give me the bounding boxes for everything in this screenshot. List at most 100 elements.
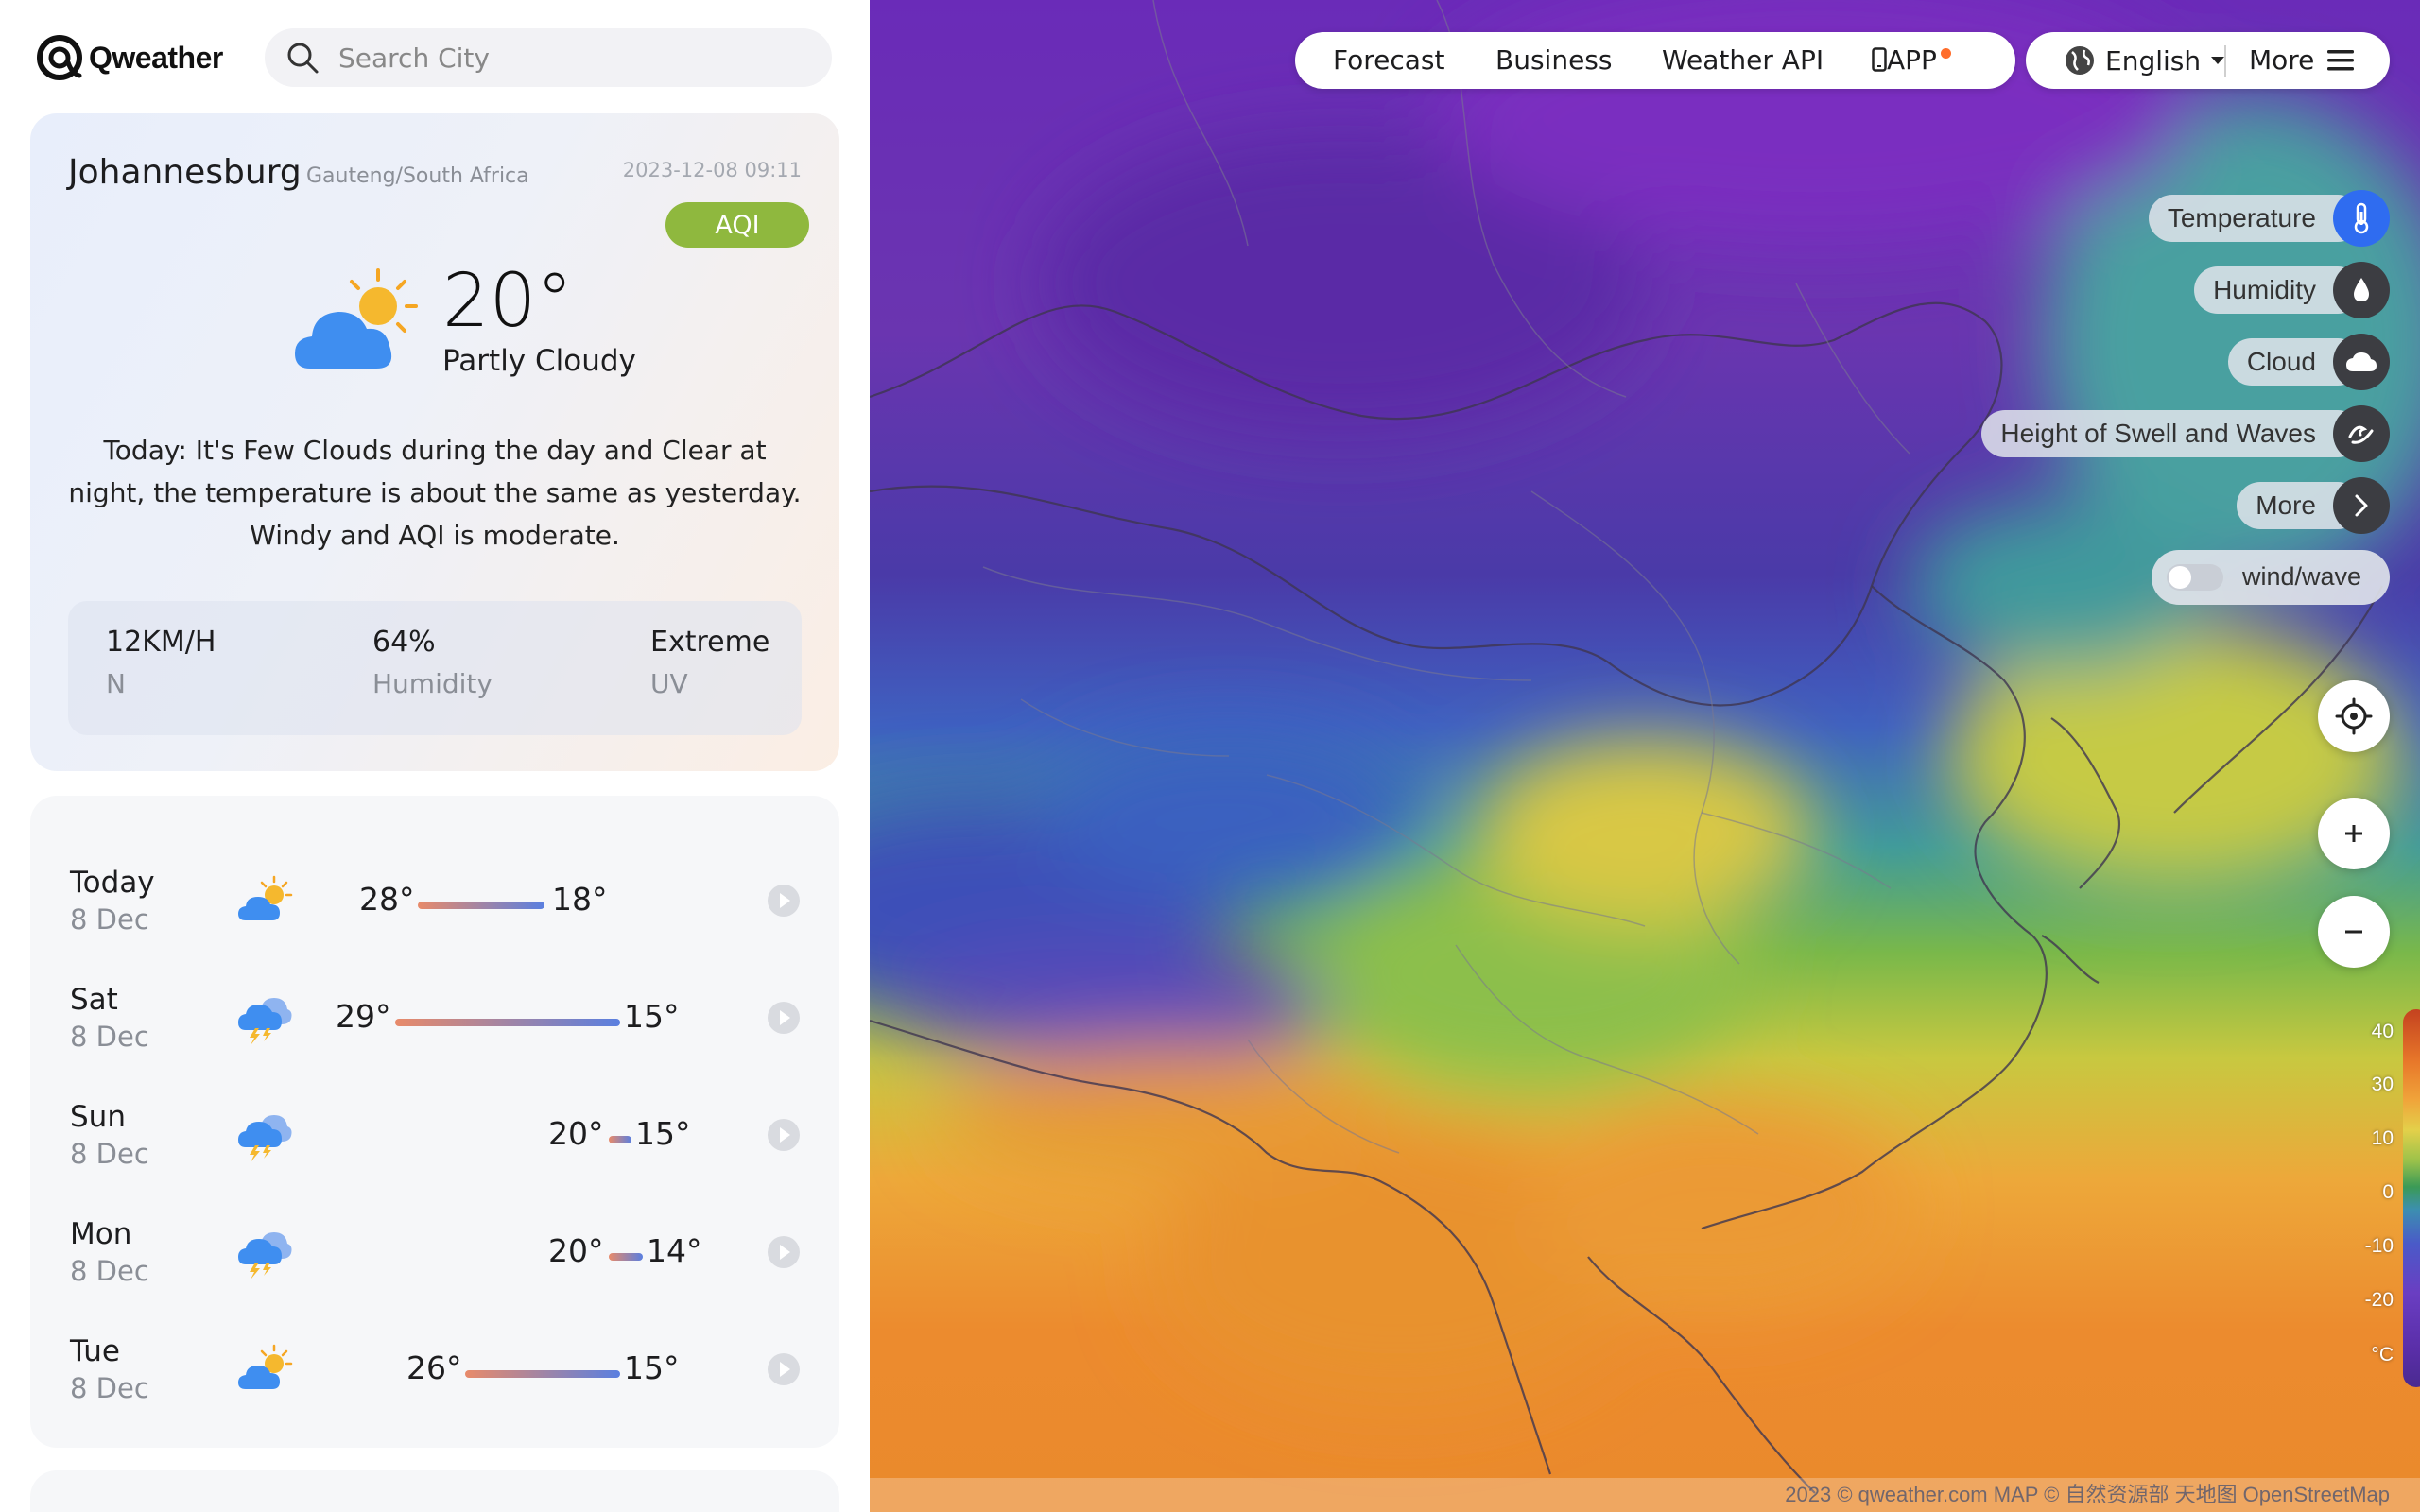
- forecast-date: 8 Dec: [70, 903, 149, 936]
- forecast-day: Sun: [70, 1100, 126, 1134]
- zoom-in-button[interactable]: [2318, 798, 2390, 869]
- forecast-row[interactable]: Sat 8 Dec 29° 15°: [30, 970, 839, 1074]
- temperature-range-bar: [465, 1370, 620, 1378]
- uv-stat: Extreme UV: [650, 626, 769, 699]
- layer-label: Height of Swell and Waves: [1981, 410, 2361, 457]
- layer-humidity[interactable]: Humidity: [2194, 262, 2390, 318]
- forecast-row[interactable]: Sun 8 Dec 20° 15°: [30, 1087, 839, 1191]
- nav-app[interactable]: APP: [1872, 44, 1951, 76]
- aqi-badge[interactable]: AQI: [666, 202, 809, 248]
- globe-icon: [2066, 46, 2094, 75]
- layer-label: Temperature: [2148, 195, 2361, 242]
- weather-stats: 12KM/H N 64% Humidity Extreme UV: [68, 601, 802, 735]
- current-weather-card: Johannesburg Gauteng/South Africa 2023-1…: [30, 113, 839, 771]
- forecast-row[interactable]: Mon 8 Dec 20° 14°: [30, 1204, 839, 1308]
- forecast-high: 20°: [548, 1115, 604, 1152]
- legend-tick: 40: [2371, 1021, 2394, 1042]
- wind-stat: 12KM/H N: [106, 626, 216, 699]
- current-temperature: 20°: [442, 259, 574, 344]
- forecast-date: 8 Dec: [70, 1021, 149, 1053]
- humidity-label: Humidity: [372, 668, 493, 699]
- current-condition: Partly Cloudy: [442, 344, 636, 378]
- thermometer-icon[interactable]: [2333, 190, 2390, 247]
- weather-map[interactable]: Forecast Business Weather API APP Englis…: [870, 0, 2420, 1512]
- sidebar-panel: Qweather Johannesburg Gauteng/South Afri…: [0, 0, 870, 1512]
- temperature-range-bar: [395, 1019, 620, 1026]
- plus-icon: [2345, 825, 2362, 842]
- thunderstorm-icon: [238, 1232, 292, 1280]
- legend-tick: -10: [2364, 1235, 2394, 1257]
- forecast-high: 26°: [406, 1349, 462, 1386]
- temperature-range-bar: [609, 1253, 643, 1261]
- forecast-high: 29°: [336, 998, 391, 1035]
- uv-label: UV: [650, 668, 688, 699]
- legend-unit: °C: [2371, 1344, 2394, 1366]
- legend-tick: 30: [2371, 1074, 2394, 1095]
- chevron-right-icon[interactable]: [2333, 477, 2390, 534]
- language-menu-bar: English More: [2026, 32, 2390, 89]
- wind-wave-toggle[interactable]: wind/wave: [2152, 550, 2390, 605]
- humidity-stat: 64% Humidity: [372, 626, 493, 699]
- play-icon[interactable]: [768, 1236, 800, 1268]
- forecast-low: 15°: [624, 998, 680, 1035]
- phone-icon: [1872, 47, 1887, 72]
- forecast-row[interactable]: Today 8 Dec 28° 18°: [30, 852, 839, 956]
- qweather-logo-icon: [37, 35, 82, 80]
- play-icon[interactable]: [768, 1353, 800, 1385]
- forecast-high: 20°: [548, 1232, 604, 1269]
- temperature-range-bar: [609, 1136, 631, 1143]
- more-menu[interactable]: More: [2249, 44, 2355, 76]
- brand-name: Qweather: [89, 40, 223, 75]
- wave-icon[interactable]: [2333, 405, 2390, 462]
- legend-tick: 10: [2371, 1127, 2394, 1149]
- humidity-value: 64%: [372, 626, 436, 659]
- divider: [2224, 45, 2226, 77]
- toggle-label: wind/wave: [2242, 562, 2362, 591]
- forecast-day: Mon: [70, 1217, 132, 1251]
- forecast-row[interactable]: Tue 8 Dec 26° 15°: [30, 1321, 839, 1425]
- forecast-low: 15°: [635, 1115, 691, 1152]
- layer-more[interactable]: More: [2237, 477, 2390, 534]
- language-selector[interactable]: English: [2064, 44, 2225, 77]
- additional-card: [30, 1470, 839, 1512]
- toggle-switch[interactable]: [2167, 564, 2223, 591]
- locate-button[interactable]: [2318, 680, 2390, 752]
- minus-icon: [2345, 930, 2362, 934]
- crosshair-icon: [2335, 697, 2373, 735]
- more-label: More: [2249, 44, 2315, 76]
- partly-cloudy-icon: [238, 875, 293, 920]
- map-attribution: 2023 © qweather.com MAP © 自然资源部 天地图 Open…: [870, 1478, 2420, 1512]
- logo[interactable]: Qweather: [36, 34, 223, 81]
- nav-business[interactable]: Business: [1495, 44, 1612, 76]
- search-input[interactable]: [338, 42, 792, 74]
- forecast-day: Tue: [70, 1334, 120, 1368]
- layer-temperature[interactable]: Temperature: [2148, 190, 2390, 247]
- forecast-day: Today: [70, 866, 155, 900]
- legend-gradient: [2403, 1009, 2420, 1387]
- forecast-date: 8 Dec: [70, 1138, 149, 1170]
- weather-summary: Today: It's Few Clouds during the day an…: [68, 435, 802, 551]
- thunderstorm-icon: [238, 998, 292, 1045]
- search-box[interactable]: [265, 28, 832, 87]
- layer-cloud[interactable]: Cloud: [2227, 334, 2390, 390]
- wind-direction: N: [106, 668, 126, 699]
- city-name: Johannesburg: [68, 153, 302, 192]
- notification-dot: [1940, 48, 1951, 59]
- forecast-date: 8 Dec: [70, 1372, 149, 1404]
- forecast-low: 14°: [647, 1232, 702, 1269]
- nav-weather-api[interactable]: Weather API: [1662, 44, 1824, 76]
- cloud-icon[interactable]: [2333, 334, 2390, 390]
- legend-tick: 0: [2382, 1181, 2394, 1203]
- droplet-icon[interactable]: [2333, 262, 2390, 318]
- language-label: English: [2105, 44, 2202, 77]
- zoom-out-button[interactable]: [2318, 896, 2390, 968]
- play-icon[interactable]: [768, 1002, 800, 1034]
- layer-swell-waves[interactable]: Height of Swell and Waves: [1981, 405, 2390, 462]
- app-label: APP: [1887, 44, 1937, 76]
- nav-forecast[interactable]: Forecast: [1333, 44, 1444, 76]
- temperature-legend: 40 30 10 0 -10 -20 °C: [2344, 1007, 2420, 1387]
- play-icon[interactable]: [768, 1119, 800, 1151]
- forecast-low: 18°: [552, 881, 608, 918]
- play-icon[interactable]: [768, 885, 800, 917]
- uv-value: Extreme: [650, 626, 770, 659]
